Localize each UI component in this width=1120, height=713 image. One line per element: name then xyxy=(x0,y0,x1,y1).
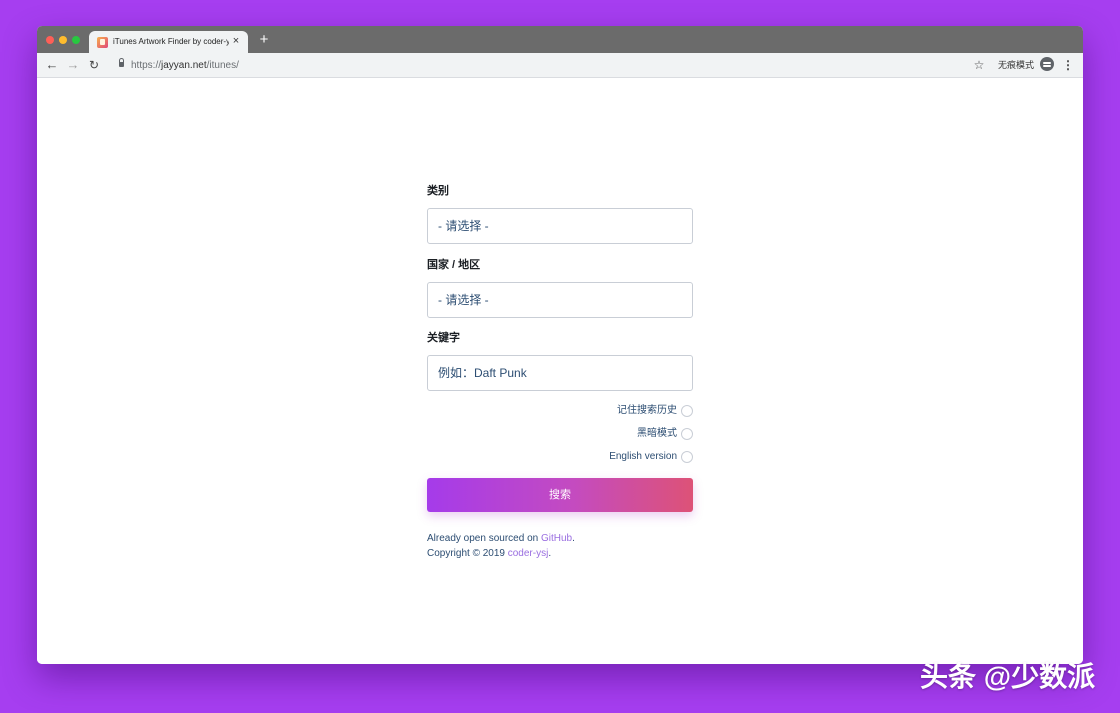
footer-open-source-period: . xyxy=(572,533,575,544)
address-bar[interactable]: https://jayyan.net/itunes/ xyxy=(112,56,990,75)
category-select-value: - 请选择 - xyxy=(438,219,489,233)
browser-tab[interactable]: iTunes Artwork Finder by coder-ysj × xyxy=(89,31,248,53)
keyword-label: 关键字 xyxy=(427,332,460,344)
footer-open-source-text: Already open sourced on xyxy=(427,533,541,544)
browser-toolbar: ← → ↻ https://jayyan.net/itunes/ ☆ 无痕模式 … xyxy=(37,53,1083,78)
remember-history-label: 记住搜索历史 xyxy=(617,405,677,416)
forward-arrow-icon[interactable]: → xyxy=(65,57,81,73)
search-button[interactable]: 搜索 xyxy=(427,478,693,512)
incognito-label: 无痕模式 xyxy=(998,60,1035,70)
search-button-label: 搜索 xyxy=(549,489,571,501)
page-content: 类别 - 请选择 - 国家 / 地区 - 请选择 - 关键字 例如：Daft P… xyxy=(37,78,1083,664)
english-version-radio[interactable] xyxy=(681,451,693,463)
tab-bar: iTunes Artwork Finder by coder-ysj × + xyxy=(37,26,1083,53)
keyword-input[interactable]: 例如：Daft Punk xyxy=(427,355,693,391)
author-link[interactable]: coder-ysj xyxy=(508,548,549,559)
remember-history-option[interactable]: 记住搜索历史 xyxy=(427,404,693,418)
tab-title: iTunes Artwork Finder by coder-ysj xyxy=(113,37,229,46)
dark-mode-radio[interactable] xyxy=(681,428,693,440)
url-text[interactable]: https://jayyan.net/itunes/ xyxy=(131,60,239,72)
country-label: 国家 / 地区 xyxy=(427,259,481,271)
dark-mode-option[interactable]: 黑暗模式 xyxy=(427,427,693,441)
footer-copyright-period: . xyxy=(548,548,552,559)
reload-icon[interactable]: ↻ xyxy=(86,57,102,73)
footer-copyright-text: Copyright © 2019 xyxy=(427,548,508,559)
remember-history-radio[interactable] xyxy=(681,405,693,417)
url-path: /itunes/ xyxy=(206,60,239,71)
category-select[interactable]: - 请选择 - xyxy=(427,208,693,244)
new-tab-button[interactable]: + xyxy=(257,32,271,48)
watermark: 头条 @少数派 xyxy=(920,661,1096,692)
url-scheme: https:// xyxy=(131,60,162,71)
close-window-button[interactable] xyxy=(46,36,54,44)
minimize-window-button[interactable] xyxy=(59,36,67,44)
country-select-value: - 请选择 - xyxy=(438,293,489,307)
star-icon[interactable]: ☆ xyxy=(972,57,986,73)
favicon-icon xyxy=(97,37,108,48)
github-link[interactable]: GitHub xyxy=(541,533,572,544)
url-host: jayyan.net xyxy=(161,60,207,71)
more-vert-icon[interactable]: ⋮ xyxy=(1061,57,1075,73)
back-arrow-icon[interactable]: ← xyxy=(44,57,60,73)
country-select[interactable]: - 请选择 - xyxy=(427,282,693,318)
keyword-placeholder: 例如：Daft Punk xyxy=(438,366,527,380)
english-version-option[interactable]: English version xyxy=(427,450,693,464)
incognito-icon[interactable] xyxy=(1040,57,1054,71)
category-label: 类别 xyxy=(427,185,449,197)
browser-window: iTunes Artwork Finder by coder-ysj × + ←… xyxy=(37,26,1083,664)
footer-open-source: Already open sourced on GitHub. xyxy=(427,533,575,545)
english-version-label: English version xyxy=(609,451,677,462)
footer-copyright: Copyright © 2019 coder-ysj. xyxy=(427,548,551,560)
lock-icon[interactable] xyxy=(119,58,124,67)
zoom-window-button[interactable] xyxy=(72,36,80,44)
dark-mode-label: 黑暗模式 xyxy=(637,428,677,439)
tab-close-icon[interactable]: × xyxy=(230,34,242,48)
